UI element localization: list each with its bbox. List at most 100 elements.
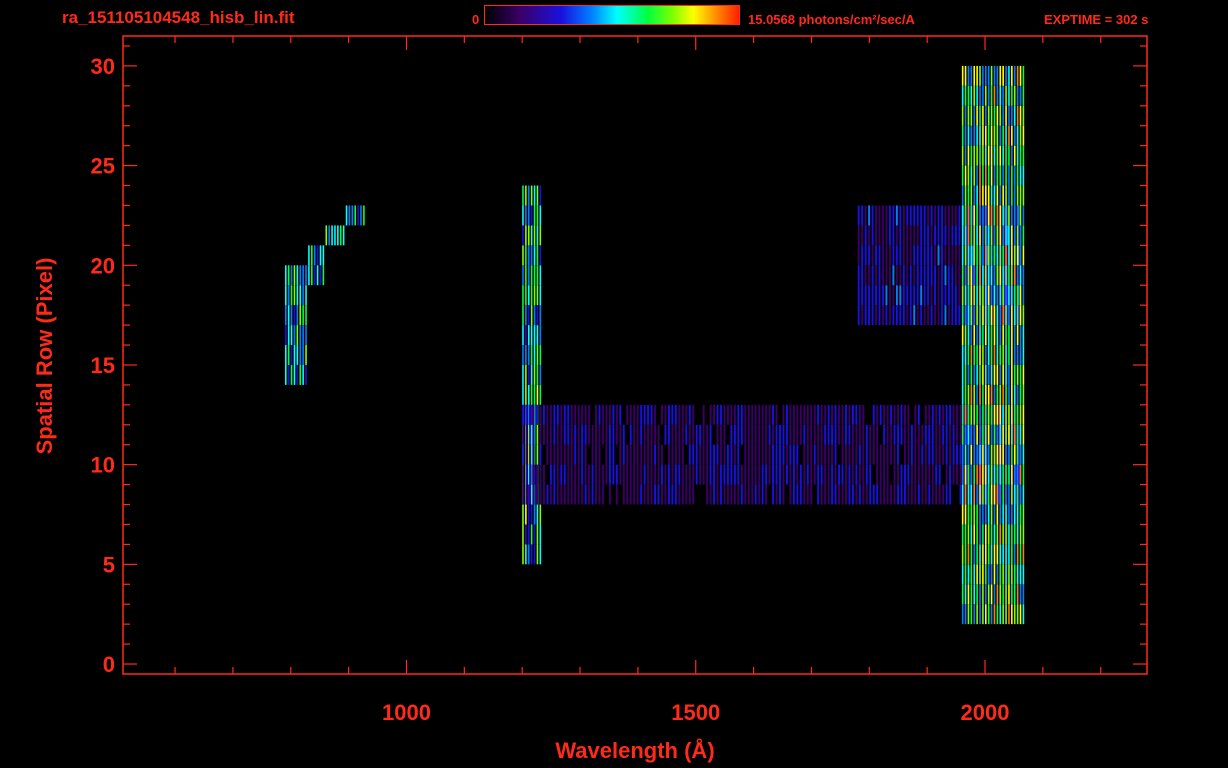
heatmap-cell bbox=[990, 85, 993, 106]
heatmap-cell bbox=[871, 265, 874, 286]
heatmap-cell bbox=[661, 444, 663, 465]
heatmap-cell bbox=[1005, 225, 1007, 246]
heatmap-cell bbox=[985, 484, 987, 505]
heatmap-cell bbox=[702, 424, 705, 445]
heatmap-cell bbox=[949, 404, 952, 425]
heatmap-cell bbox=[928, 464, 931, 485]
heatmap-cell bbox=[595, 404, 597, 425]
heatmap-cell bbox=[1022, 544, 1025, 565]
heatmap-cell bbox=[954, 265, 957, 286]
heatmap-cell bbox=[875, 285, 877, 306]
heatmap-cell bbox=[1013, 444, 1016, 465]
heatmap-cell bbox=[643, 444, 646, 465]
heatmap-cell bbox=[961, 384, 964, 405]
heatmap-cell bbox=[351, 205, 354, 226]
heatmap-cell bbox=[999, 265, 1002, 286]
heatmap-cell bbox=[772, 444, 775, 465]
heatmap-cell bbox=[993, 544, 996, 565]
heatmap-cell bbox=[872, 444, 875, 465]
heatmap-cell bbox=[1016, 245, 1019, 266]
heatmap-cell bbox=[1005, 484, 1007, 505]
heatmap-cell bbox=[845, 404, 847, 425]
heatmap-cell bbox=[895, 305, 898, 326]
heatmap-cell bbox=[305, 285, 307, 306]
heatmap-cell bbox=[363, 205, 365, 226]
heatmap-cell bbox=[1008, 424, 1010, 445]
heatmap-cell bbox=[615, 484, 618, 505]
heatmap-cell bbox=[522, 524, 524, 545]
heatmap-cell bbox=[885, 265, 888, 286]
heatmap-cell bbox=[999, 424, 1002, 445]
heatmap-cell bbox=[967, 145, 970, 166]
heatmap-cell bbox=[570, 464, 573, 485]
heatmap-cell bbox=[979, 165, 981, 186]
heatmap-cell bbox=[581, 404, 584, 425]
heatmap-cell bbox=[993, 564, 996, 585]
x-tick-label: 1000 bbox=[382, 700, 431, 725]
heatmap-cell bbox=[647, 424, 650, 445]
heatmap-cell bbox=[964, 125, 967, 146]
heatmap-cell bbox=[709, 484, 712, 505]
heatmap-cell bbox=[695, 444, 698, 465]
heatmap-cell bbox=[999, 305, 1002, 326]
heatmap-cell bbox=[305, 325, 307, 346]
heatmap-cell bbox=[1002, 464, 1004, 485]
heatmap-cell bbox=[299, 325, 302, 346]
heatmap-cell bbox=[883, 484, 886, 505]
heatmap-cell bbox=[876, 464, 879, 485]
heatmap-cell bbox=[999, 165, 1002, 186]
heatmap-cell bbox=[921, 444, 924, 465]
heatmap-cell bbox=[1022, 245, 1025, 266]
heatmap-cell bbox=[1013, 564, 1016, 585]
heatmap-cell bbox=[944, 285, 947, 306]
heatmap-cell bbox=[536, 444, 539, 465]
heatmap-cell bbox=[941, 285, 943, 306]
heatmap-cell bbox=[1005, 524, 1007, 545]
heatmap-cell bbox=[862, 404, 865, 425]
heatmap-cell bbox=[999, 225, 1002, 246]
heatmap-cell bbox=[985, 305, 987, 326]
heatmap-cell bbox=[1005, 285, 1007, 306]
heatmap-cell bbox=[1016, 65, 1019, 86]
heatmap-cell bbox=[973, 165, 976, 186]
heatmap-cell bbox=[584, 444, 587, 465]
heatmap-cell bbox=[885, 285, 888, 306]
heatmap-cell bbox=[636, 464, 639, 485]
heatmap-cell bbox=[726, 464, 729, 485]
heatmap-cell bbox=[1011, 524, 1013, 545]
heatmap-cell bbox=[913, 245, 916, 266]
heatmap-cell bbox=[888, 265, 891, 286]
heatmap-cell bbox=[878, 265, 881, 286]
heatmap-cell bbox=[928, 444, 931, 465]
heatmap-cell bbox=[744, 424, 747, 445]
heatmap-cell bbox=[979, 384, 981, 405]
heatmap-cell bbox=[970, 424, 973, 445]
heatmap-cell bbox=[954, 285, 957, 306]
heatmap-cell bbox=[803, 424, 806, 445]
heatmap-cell bbox=[331, 225, 333, 246]
heatmap-cell bbox=[792, 444, 795, 465]
heatmap-cell bbox=[706, 484, 709, 505]
heatmap-cell bbox=[556, 404, 559, 425]
heatmap-cell bbox=[927, 225, 930, 246]
heatmap-cell bbox=[935, 464, 938, 485]
heatmap-cell bbox=[1002, 205, 1004, 226]
heatmap-cell bbox=[761, 484, 764, 505]
heatmap-cell bbox=[1002, 225, 1004, 246]
heatmap-cell bbox=[302, 364, 304, 385]
heatmap-cell bbox=[990, 564, 993, 585]
heatmap-cell bbox=[602, 424, 604, 445]
heatmap-cell bbox=[831, 424, 834, 445]
heatmap-cell bbox=[879, 444, 882, 465]
heatmap-cell bbox=[961, 245, 964, 266]
heatmap-cell bbox=[1008, 604, 1010, 625]
heatmap-cell bbox=[979, 404, 981, 425]
heatmap-cell bbox=[1011, 65, 1013, 86]
heatmap-cell bbox=[964, 225, 967, 246]
heatmap-cell bbox=[525, 325, 527, 346]
heatmap-cell bbox=[591, 484, 594, 505]
heatmap-cell bbox=[1002, 404, 1004, 425]
heatmap-cell bbox=[733, 404, 736, 425]
heatmap-cell bbox=[987, 424, 990, 445]
heatmap-cell bbox=[970, 584, 973, 605]
